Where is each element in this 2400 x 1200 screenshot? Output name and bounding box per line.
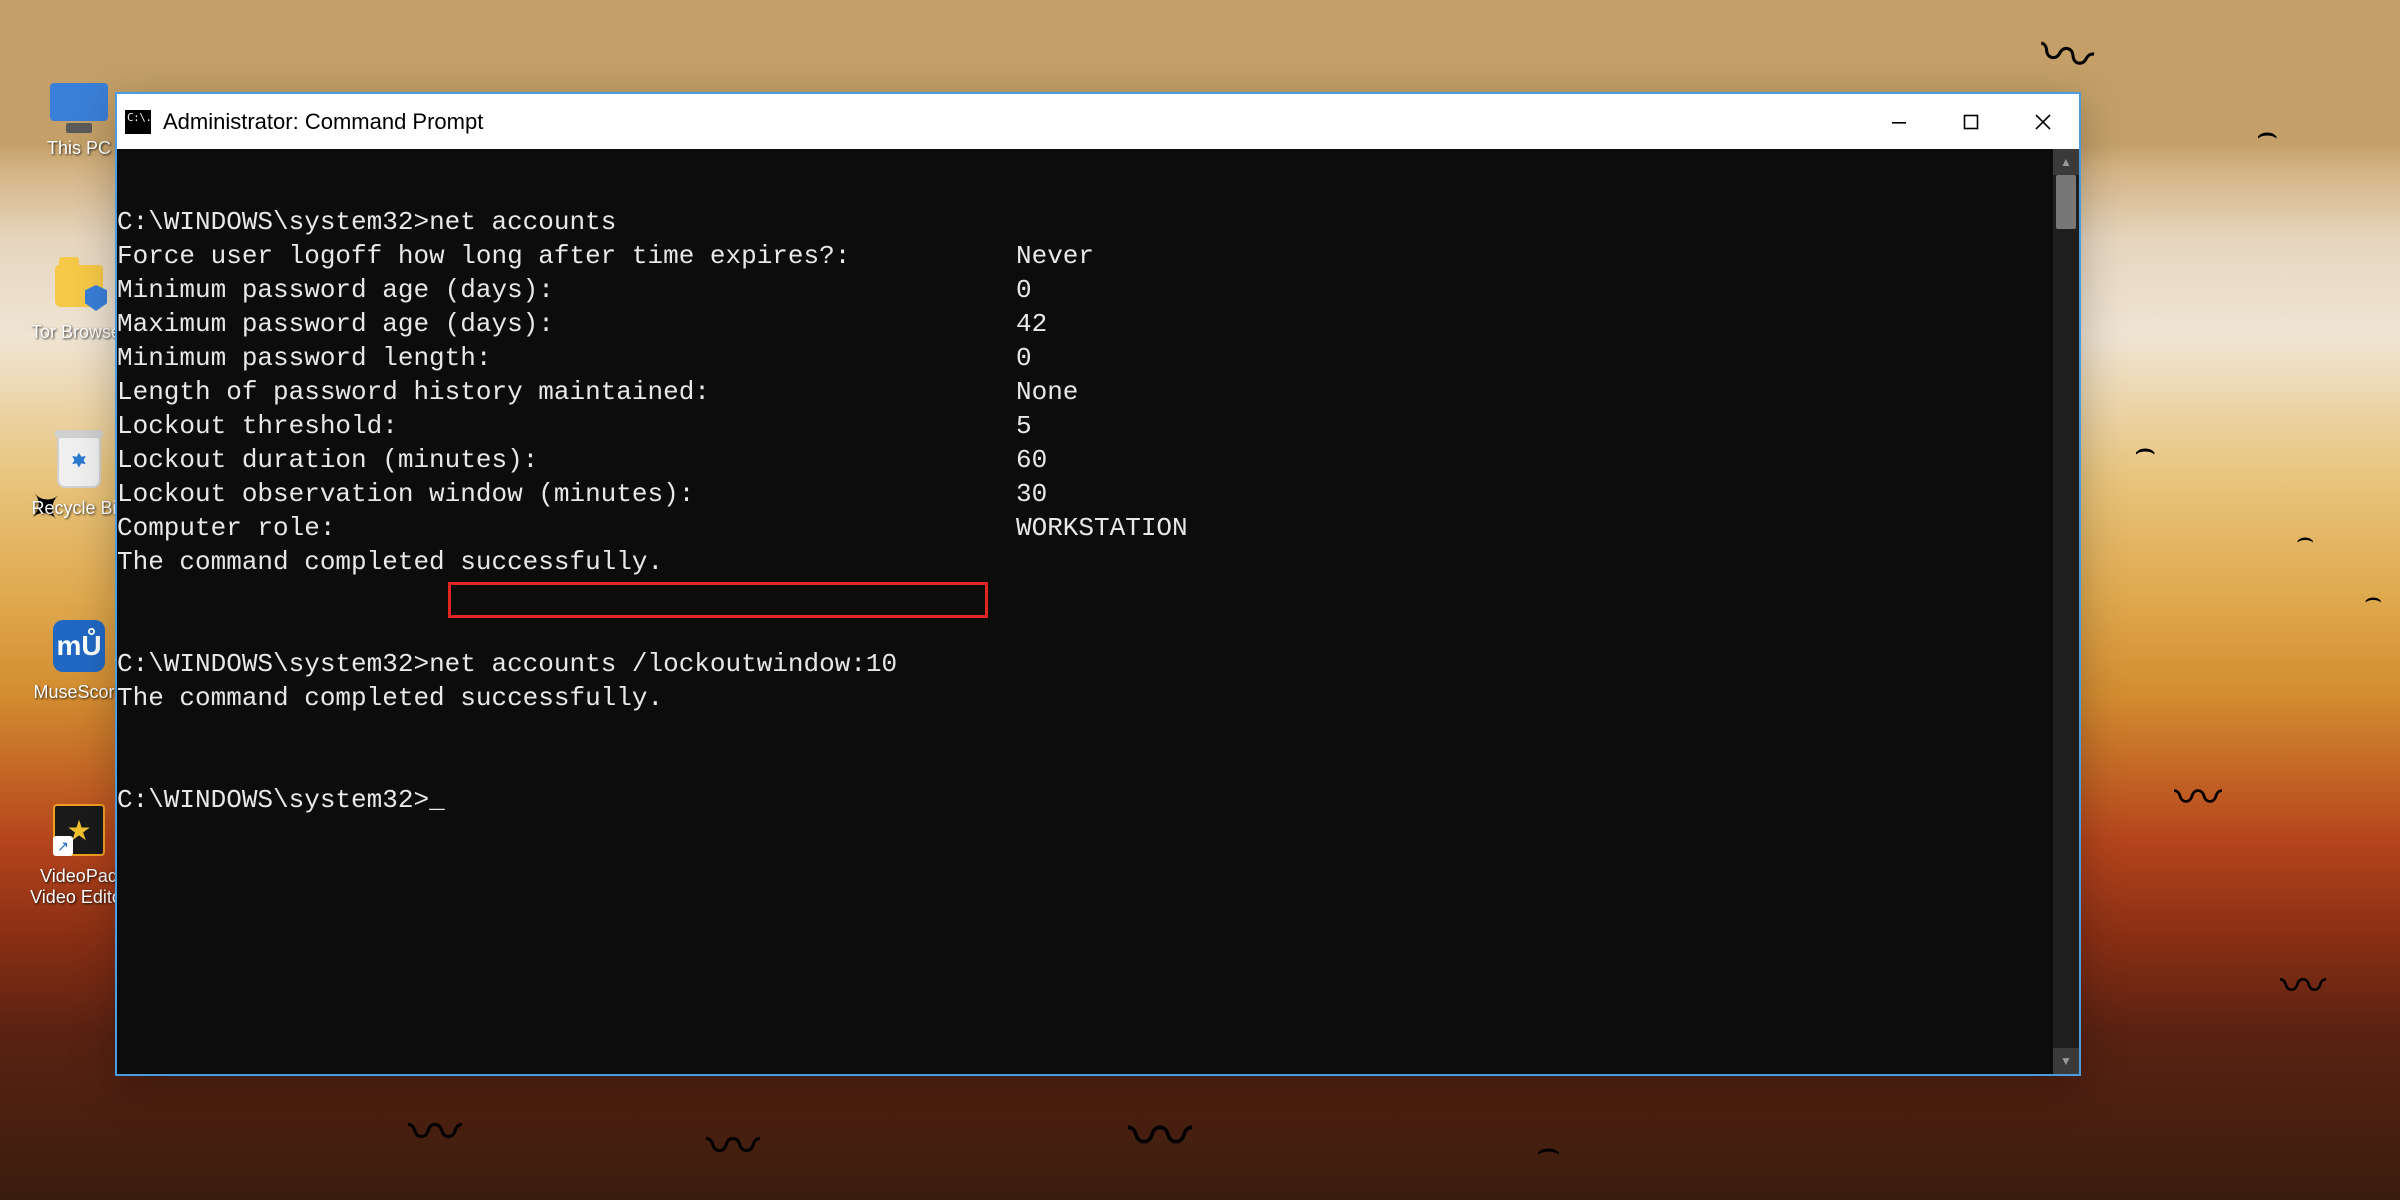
close-button[interactable]	[2007, 94, 2079, 149]
icon-label: VideoPad Video Editor	[30, 866, 128, 907]
maximize-button[interactable]	[1935, 94, 2007, 149]
bird-silhouette: 〰	[2174, 758, 2222, 828]
output-label: Force user logoff how long after time ex…	[117, 239, 1016, 273]
cursor: _	[429, 785, 445, 815]
musescore-icon: mŮ	[49, 616, 109, 676]
icon-label: MuseScore	[33, 682, 124, 703]
prompt-text: C:\WINDOWS\system32>	[117, 785, 429, 815]
icon-label: This PC	[47, 138, 111, 159]
minimize-icon	[1891, 114, 1907, 130]
scroll-down-button[interactable]: ▼	[2053, 1048, 2079, 1074]
computer-icon	[49, 72, 109, 132]
minimize-button[interactable]	[1863, 94, 1935, 149]
success-message: The command completed successfully.	[117, 683, 663, 713]
bird-silhouette: ⌢	[2364, 582, 2382, 615]
output-value: 30	[1016, 477, 1047, 511]
output-label: Minimum password age (days):	[117, 273, 1016, 307]
icon-label: Tor Browser	[31, 322, 127, 343]
output-label: Lockout duration (minutes):	[117, 443, 1016, 477]
output-value: 0	[1016, 341, 1032, 375]
cmd-window: C:\. Administrator: Command Prompt C:\WI…	[115, 92, 2081, 1076]
scrollbar-thumb[interactable]	[2056, 175, 2076, 229]
output-label: Length of password history maintained:	[117, 375, 1016, 409]
window-title: Administrator: Command Prompt	[163, 109, 483, 135]
bird-silhouette: 〰	[408, 1088, 462, 1167]
bird-silhouette: ⌢	[1536, 1128, 1561, 1171]
bird-silhouette: ⌢	[2256, 114, 2278, 153]
output-value: 42	[1016, 307, 1047, 341]
output-label: Lockout threshold:	[117, 409, 1016, 443]
output-value: 5	[1016, 409, 1032, 443]
output-value: 60	[1016, 443, 1047, 477]
close-icon	[2034, 113, 2052, 131]
bird-silhouette: 〰	[2032, 7, 2101, 96]
output-label: Maximum password age (days):	[117, 307, 1016, 341]
terminal-output[interactable]: C:\WINDOWS\system32>net accounts Force u…	[117, 149, 2053, 1074]
bird-silhouette: 〰	[706, 1102, 760, 1181]
maximize-icon	[1963, 114, 1979, 130]
scrollbar[interactable]: ▲ ▼	[2053, 149, 2079, 1074]
prompt-text: C:\WINDOWS\system32>	[117, 649, 429, 679]
output-label: Lockout observation window (minutes):	[117, 477, 1016, 511]
bird-silhouette: 〰	[2280, 950, 2326, 1016]
scroll-up-button[interactable]: ▲	[2053, 149, 2079, 175]
output-label: Minimum password length:	[117, 341, 1016, 375]
prompt-text: C:\WINDOWS\system32>	[117, 207, 429, 237]
command-text: net accounts	[429, 207, 616, 237]
output-value: WORKSTATION	[1016, 511, 1188, 545]
annotation-highlight	[448, 582, 988, 618]
titlebar[interactable]: C:\. Administrator: Command Prompt	[117, 94, 2079, 149]
success-message: The command completed successfully.	[117, 547, 663, 577]
bird-silhouette: ⌢	[2134, 430, 2156, 469]
command-text: net accounts /lockoutwindow:10	[429, 649, 897, 679]
bird-silhouette: ⌢	[2296, 522, 2314, 555]
output-value: 0	[1016, 273, 1032, 307]
icon-label: Recycle Bin	[31, 498, 126, 519]
output-label: Computer role:	[117, 511, 1016, 545]
output-value: None	[1016, 375, 1078, 409]
folder-shield-icon	[49, 256, 109, 316]
shortcut-arrow-icon: ↗	[53, 836, 73, 856]
scrollbar-track[interactable]	[2053, 175, 2079, 1048]
cmd-icon: C:\.	[125, 110, 151, 134]
bird-silhouette: 〰	[1128, 1086, 1192, 1178]
output-value: Never	[1016, 239, 1094, 273]
videopad-icon: ↗	[49, 800, 109, 860]
recycle-bin-icon	[49, 432, 109, 492]
